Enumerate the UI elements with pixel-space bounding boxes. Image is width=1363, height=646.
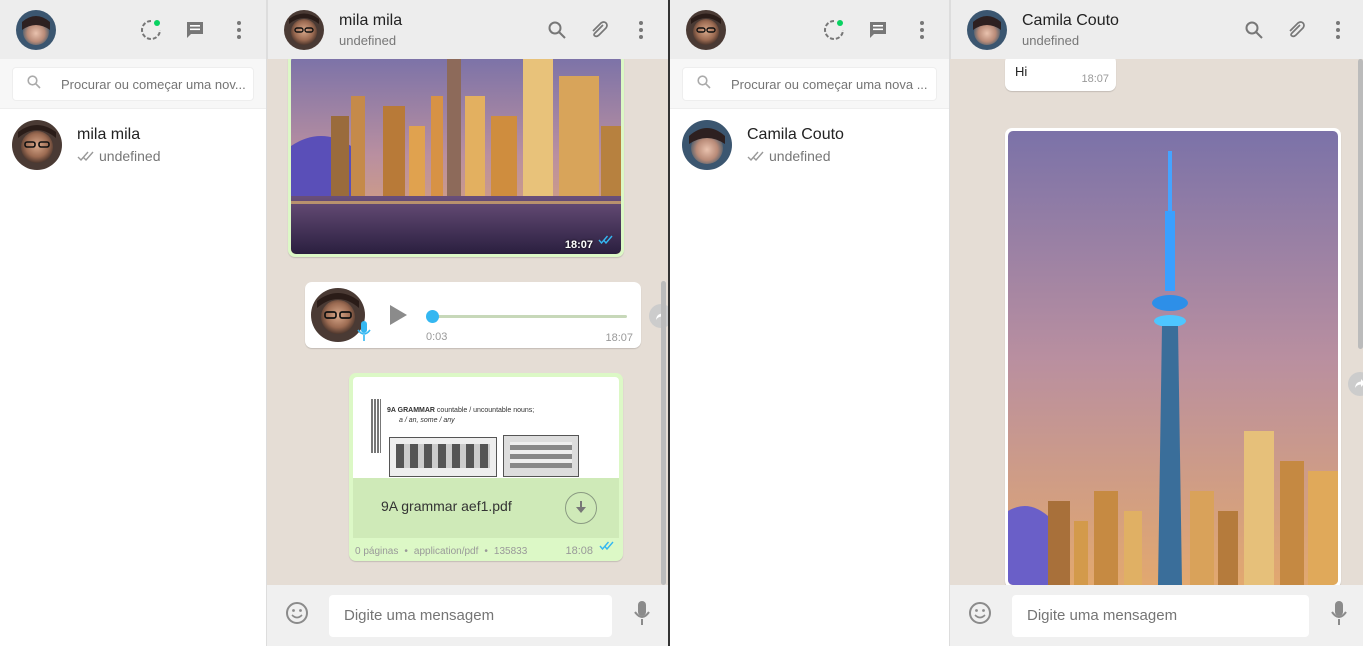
double-check-icon — [747, 148, 765, 164]
menu-icon[interactable] — [630, 19, 652, 41]
status-icon[interactable] — [823, 19, 845, 41]
menu-icon[interactable] — [911, 19, 933, 41]
document-meta: 0 páginas • application/pdf • 135833 — [355, 546, 528, 557]
my-avatar[interactable] — [16, 9, 56, 50]
sidebar: Camila Couto undefined — [670, 0, 950, 646]
chat-name: Camila Couto — [747, 126, 844, 143]
search-icon[interactable] — [1243, 19, 1265, 41]
audio-progress-handle[interactable] — [426, 310, 439, 323]
contact-avatar[interactable] — [284, 9, 324, 50]
attach-icon[interactable] — [588, 19, 610, 41]
image-thumbnail[interactable] — [1008, 131, 1338, 585]
whatsapp-window-left: mila mila undefined mila mila und — [0, 0, 668, 646]
sidebar-header — [670, 0, 949, 59]
image-message[interactable]: 18:07 — [288, 59, 624, 257]
double-check-icon — [599, 537, 615, 555]
search-icon[interactable] — [546, 19, 568, 41]
audio-progress-track[interactable] — [427, 315, 627, 318]
mic-icon — [357, 320, 371, 347]
double-check-icon — [77, 148, 95, 164]
preview-line-2: a / an, some / any — [399, 417, 455, 424]
message-text: Hi — [1015, 64, 1028, 79]
composer — [950, 585, 1363, 646]
message-time: 18:08 — [565, 545, 593, 557]
desktop: mila mila undefined mila mila und — [0, 0, 1363, 646]
search-box[interactable] — [682, 67, 937, 101]
contact-avatar — [12, 120, 62, 170]
conversation-pane: Camila Couto undefined Hi 18:07 Digite u… — [950, 0, 1363, 646]
chat-name: mila mila — [77, 126, 141, 143]
emoji-icon[interactable] — [968, 601, 992, 630]
document-filename: 9A grammar aef1.pdf — [381, 498, 512, 514]
message-list[interactable]: 18:07 0:03 18:07 9A GRAMMAR countable / … — [267, 59, 668, 585]
contact-avatar[interactable] — [967, 9, 1007, 50]
sidebar-header — [0, 0, 266, 59]
new-chat-icon[interactable] — [184, 19, 206, 41]
mic-icon[interactable] — [634, 600, 650, 631]
message-input[interactable] — [329, 594, 612, 637]
audio-elapsed: 0:03 — [426, 331, 448, 343]
conversation-header[interactable]: mila mila undefined — [267, 0, 668, 59]
preview-line-1: countable / uncountable nouns; — [436, 407, 535, 414]
conversation-title: Camila Couto — [1022, 11, 1119, 29]
share-icon[interactable] — [1348, 372, 1363, 396]
search-box[interactable] — [12, 67, 254, 101]
attach-icon[interactable] — [1285, 19, 1307, 41]
emoji-icon[interactable] — [285, 601, 309, 630]
document-bar[interactable]: 9A grammar aef1.pdf — [353, 478, 619, 538]
my-avatar[interactable] — [686, 9, 726, 50]
image-message[interactable] — [1005, 128, 1341, 585]
scrollbar[interactable] — [661, 281, 666, 585]
image-thumbnail[interactable] — [291, 59, 621, 254]
sidebar: mila mila undefined — [0, 0, 267, 646]
conversation-header[interactable]: Camila Couto undefined — [950, 0, 1363, 59]
search-input[interactable] — [731, 76, 936, 92]
text-message[interactable]: Hi 18:07 — [1005, 59, 1116, 91]
message-list[interactable]: Hi 18:07 — [950, 59, 1363, 585]
status-icon[interactable] — [140, 19, 162, 41]
document-size: 135833 — [493, 546, 528, 557]
composer — [267, 585, 668, 646]
document-mime: application/pdf — [413, 546, 479, 557]
audio-message[interactable]: 0:03 18:07 — [305, 282, 641, 348]
message-time: 18:07 — [605, 332, 633, 344]
document-message[interactable]: 9A GRAMMAR countable / uncountable nouns… — [349, 373, 623, 561]
conversation-pane: mila mila undefined 18:07 0:03 18:07 9A … — [267, 0, 668, 646]
new-chat-icon[interactable] — [867, 19, 889, 41]
document-pages: 0 páginas — [355, 546, 399, 557]
search-icon — [27, 74, 41, 94]
conversation-title: mila mila — [339, 11, 403, 29]
chat-list-item[interactable]: Camila Couto undefined — [670, 109, 949, 181]
preview-heading: 9A GRAMMAR — [387, 407, 435, 414]
download-icon[interactable] — [565, 492, 597, 524]
preview-picture — [503, 435, 579, 477]
search-input[interactable] — [61, 76, 251, 92]
conversation-status: undefined — [1022, 32, 1080, 48]
menu-icon[interactable] — [1327, 19, 1349, 41]
menu-icon[interactable] — [228, 19, 250, 41]
conversation-status: undefined — [339, 32, 397, 48]
message-input[interactable] — [1012, 594, 1309, 637]
chat-list-item[interactable]: mila mila undefined — [0, 109, 266, 181]
search-bar — [0, 59, 266, 109]
search-icon — [697, 74, 711, 94]
preview-picture — [389, 437, 497, 477]
document-preview[interactable]: 9A GRAMMAR countable / uncountable nouns… — [353, 377, 619, 478]
message-time: 18:07 — [564, 239, 593, 251]
preview-bar-graphic — [371, 399, 381, 453]
chat-last-message: undefined — [99, 148, 161, 164]
double-check-icon — [598, 231, 614, 249]
play-icon[interactable] — [387, 304, 409, 331]
contact-avatar — [682, 120, 732, 170]
chat-last-message: undefined — [769, 148, 831, 164]
scrollbar[interactable] — [1358, 59, 1363, 349]
message-time: 18:07 — [1081, 73, 1109, 85]
search-bar — [670, 59, 949, 109]
mic-icon[interactable] — [1331, 600, 1347, 631]
whatsapp-window-right: Camila Couto undefined Camila Couto — [670, 0, 1363, 646]
